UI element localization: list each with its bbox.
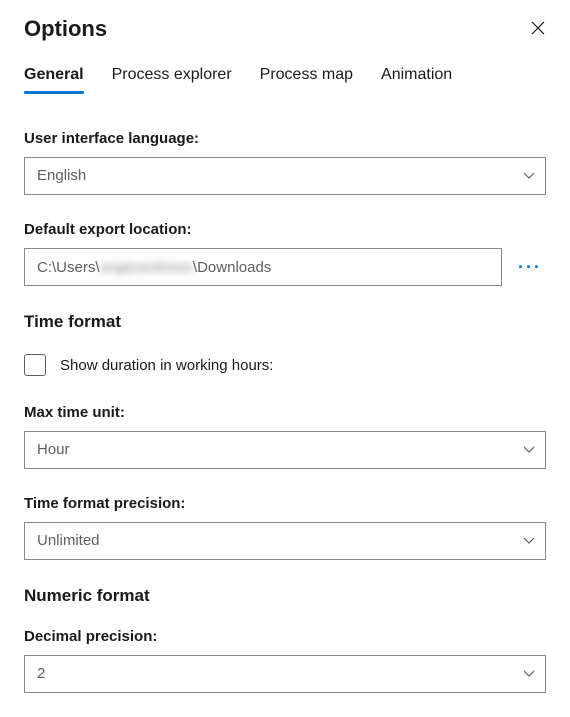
- export-location-field: Default export location: C:\Users\angiea…: [24, 221, 546, 286]
- ui-language-label: User interface language:: [24, 130, 546, 147]
- max-time-unit-field: Max time unit: Hour: [24, 404, 546, 469]
- decimal-precision-field: Decimal precision: 2: [24, 628, 546, 693]
- time-precision-label: Time format precision:: [24, 495, 546, 512]
- time-precision-value: Unlimited: [24, 522, 546, 560]
- export-location-label: Default export location:: [24, 221, 546, 238]
- ui-language-value: English: [24, 157, 546, 195]
- decimal-precision-label: Decimal precision:: [24, 628, 546, 645]
- decimal-precision-select[interactable]: 2: [24, 655, 546, 693]
- dialog-header: Options: [24, 16, 546, 42]
- max-time-unit-value: Hour: [24, 431, 546, 469]
- max-time-unit-select[interactable]: Hour: [24, 431, 546, 469]
- show-duration-label: Show duration in working hours:: [60, 357, 273, 374]
- tab-animation[interactable]: Animation: [381, 66, 452, 94]
- time-precision-field: Time format precision: Unlimited: [24, 495, 546, 560]
- ui-language-select[interactable]: English: [24, 157, 546, 195]
- tab-process-map[interactable]: Process map: [260, 66, 353, 94]
- tab-general[interactable]: General: [24, 66, 84, 94]
- export-path-redacted: angieandrews: [100, 259, 193, 276]
- numeric-format-section-title: Numeric format: [24, 586, 546, 606]
- decimal-precision-value: 2: [24, 655, 546, 693]
- more-icon[interactable]: ···: [514, 257, 546, 278]
- time-precision-select[interactable]: Unlimited: [24, 522, 546, 560]
- time-format-section-title: Time format: [24, 312, 546, 332]
- show-duration-row: Show duration in working hours:: [24, 354, 546, 376]
- export-location-input[interactable]: C:\Users\angieandrews\Downloads: [24, 248, 502, 286]
- max-time-unit-label: Max time unit:: [24, 404, 546, 421]
- show-duration-checkbox[interactable]: [24, 354, 46, 376]
- ui-language-field: User interface language: English: [24, 130, 546, 195]
- tab-process-explorer[interactable]: Process explorer: [112, 66, 232, 94]
- export-location-row: C:\Users\angieandrews\Downloads ···: [24, 248, 546, 286]
- tab-bar: General Process explorer Process map Ani…: [24, 66, 546, 94]
- export-path-prefix: C:\Users\: [37, 259, 100, 276]
- close-icon[interactable]: [530, 20, 546, 36]
- dialog-title: Options: [24, 16, 107, 42]
- export-path-suffix: \Downloads: [193, 259, 271, 276]
